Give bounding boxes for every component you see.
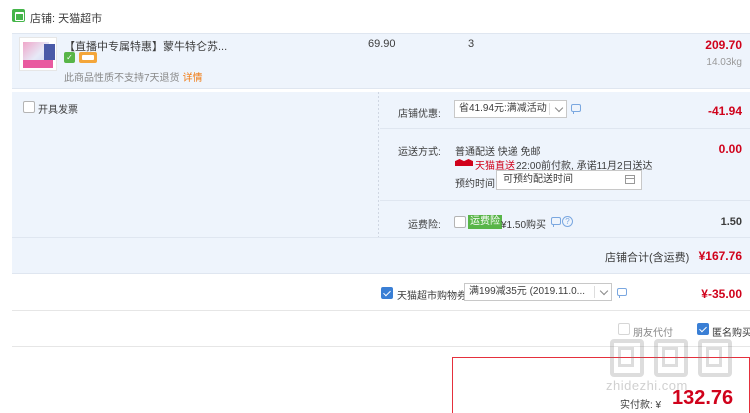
quantity: 3 [468, 38, 475, 50]
coupon-label: 天猫超市购物券 [397, 291, 467, 302]
row-divider [380, 200, 750, 201]
row-divider [380, 128, 750, 129]
return-policy-detail-link[interactable]: 详情 [183, 73, 203, 84]
item-subtotal: 209.70 [705, 38, 742, 52]
shipping-method: 普通配送 快递 免邮 [455, 147, 541, 158]
calendar-icon[interactable] [625, 175, 635, 184]
guarantee-badge-icon[interactable]: ✓ [64, 52, 75, 63]
insurance-checkbox[interactable] [454, 216, 466, 228]
item-weight: 14.03kg [706, 57, 742, 68]
store-discount-amount: -41.94 [707, 104, 742, 118]
message-icon[interactable] [617, 288, 627, 298]
friend-pay-checkbox[interactable] [618, 323, 630, 335]
insurance-amount: 1.50 [720, 216, 742, 228]
coupon-amount: ¥-35.00 [701, 287, 742, 301]
message-icon[interactable] [571, 104, 581, 114]
tmall-icon [455, 157, 473, 167]
watermark-logo-icon [692, 335, 732, 377]
coupon-checkbox[interactable] [381, 287, 393, 299]
shipping-label: 运送方式: [398, 147, 441, 158]
row-divider [12, 237, 750, 238]
store-total-label: 店铺合计(含运费) [605, 252, 690, 264]
chevron-down-icon [554, 103, 564, 113]
insurance-tag: 运费险 [468, 215, 502, 229]
anonymous-checkbox[interactable] [697, 323, 709, 335]
insurance-label: 运费险: [408, 220, 441, 231]
reserve-time-label: 预约时间 [455, 179, 495, 190]
insurance-price: ¥1.50购买 [501, 220, 547, 231]
store-discount-value: 省41.94元:满减活动 [459, 103, 547, 114]
reserve-time-input[interactable]: 可预约配送时间 [496, 170, 642, 190]
chevron-down-icon [599, 286, 609, 296]
return-policy-note: 此商品性质不支持7天退货 详情 [64, 69, 203, 84]
coupon-value: 满199减35元 (2019.11.0... [469, 286, 585, 297]
message-icon[interactable] [551, 217, 561, 227]
store-total-amount: ¥167.76 [698, 249, 742, 263]
coupon-select[interactable]: 满199减35元 (2019.11.0... [464, 283, 612, 301]
help-icon[interactable]: ? [562, 216, 573, 227]
store-icon [12, 9, 25, 22]
unit-price: 69.90 [368, 38, 396, 50]
reserve-time-placeholder: 可预约配送时间 [503, 174, 573, 185]
final-total-label: 实付款: ¥ [620, 400, 662, 411]
store-discount-select[interactable]: 省41.94元:满减活动 [454, 100, 567, 118]
card-badge-icon[interactable] [79, 52, 97, 63]
store-discount-label: 店铺优惠: [398, 109, 441, 120]
invoice-checkbox[interactable] [23, 101, 35, 113]
return-policy-text: 此商品性质不支持7天退货 [64, 73, 180, 84]
product-thumbnail[interactable] [19, 37, 57, 71]
watermark-logo-icon [604, 335, 644, 377]
invoice-label[interactable]: 开具发票 [38, 101, 78, 116]
watermark-logo-icon [648, 335, 688, 377]
shipping-amount: 0.00 [718, 142, 742, 156]
store-name[interactable]: 店铺: 天猫超市 [30, 10, 102, 26]
watermark-text: zhidezhi.com [606, 378, 688, 393]
panel-divider [378, 92, 379, 237]
